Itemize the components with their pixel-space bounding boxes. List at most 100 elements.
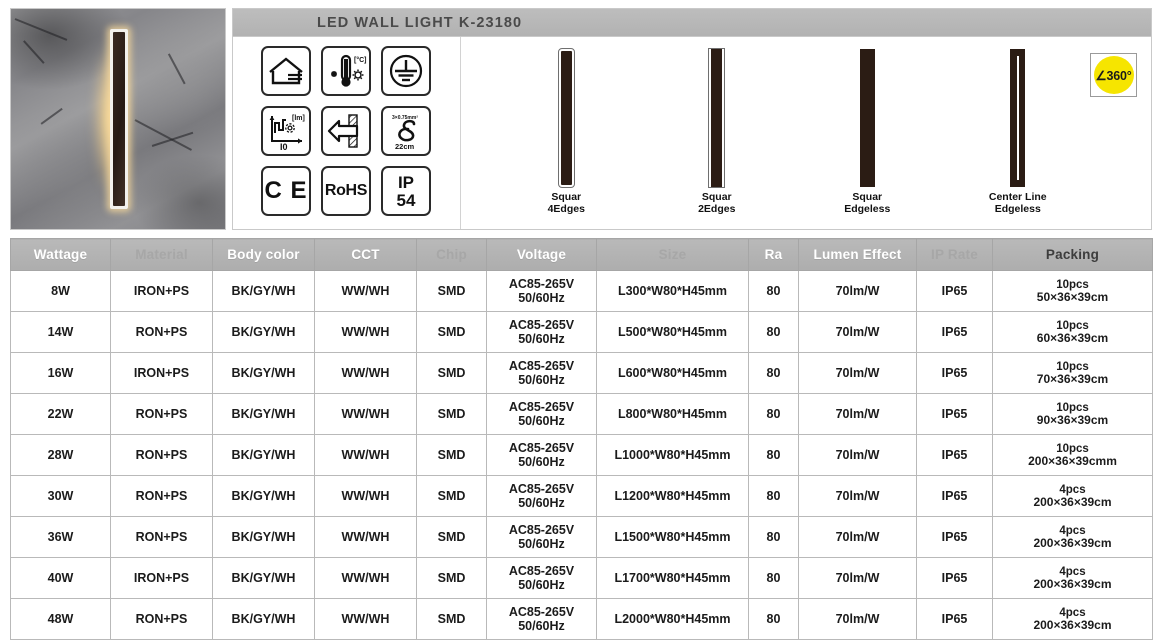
cell-ra: 80	[748, 434, 799, 476]
svg-text:22cm: 22cm	[395, 142, 415, 151]
column-header-ip-rate[interactable]: IP Rate	[916, 238, 993, 271]
cell-size: L300*W80*H45mm	[596, 270, 749, 312]
cell-ra: 80	[748, 352, 799, 394]
lumen-output-icon: [lm] I0	[261, 106, 311, 156]
svg-text:I0: I0	[280, 142, 288, 151]
cell-chip: SMD	[416, 516, 487, 558]
voltage-line-2: 50/60Hz	[518, 332, 565, 346]
cell-ra: 80	[748, 557, 799, 599]
packing-dim: 200×36×39cm	[1033, 617, 1112, 632]
variant-label-line1: Squar	[701, 191, 732, 203]
voltage-line-2: 50/60Hz	[518, 414, 565, 428]
cell-size: L500*W80*H45mm	[596, 311, 749, 353]
cell-voltage: AC85-265V 50/60Hz	[486, 270, 597, 312]
cell-voltage: AC85-265V 50/60Hz	[486, 311, 597, 353]
cell-lumen: 70lm/W	[798, 557, 917, 599]
column-header-size[interactable]: Size	[596, 238, 749, 271]
column-header-chip[interactable]: Chip	[416, 238, 487, 271]
cell-ip-rate: IP65	[916, 516, 993, 558]
voltage-line-2: 50/60Hz	[518, 537, 565, 551]
rohs-mark-icon: RoHS	[321, 166, 371, 216]
packing-dim: 60×36×39cm	[1036, 330, 1109, 345]
cell-voltage: AC85-265V 50/60Hz	[486, 352, 597, 394]
table-row: 8W IRON+PS BK/GY/WH WW/WH SMD AC85-265V …	[10, 270, 1153, 312]
cell-size: L1200*W80*H45mm	[596, 475, 749, 517]
variant-option[interactable]: Squar Edgeless	[824, 49, 910, 216]
variant-label-line2: 2Edges	[698, 202, 736, 215]
packing-dim: 70×36×39cm	[1036, 371, 1109, 386]
cell-body-color: BK/GY/WH	[212, 598, 315, 640]
variant-option[interactable]: Center Line Edgeless	[975, 49, 1061, 216]
cell-lumen: 70lm/W	[798, 352, 917, 394]
table-row: 30W RON+PS BK/GY/WH WW/WH SMD AC85-265V …	[10, 475, 1153, 517]
column-header-ra[interactable]: Ra	[748, 238, 799, 271]
variant-bar-square-2edges	[708, 48, 726, 188]
cell-ip-rate: IP65	[916, 352, 993, 394]
cell-material: RON+PS	[110, 475, 213, 517]
rohs-label: RoHS	[324, 182, 368, 199]
cell-ip-rate: IP65	[916, 393, 993, 435]
voltage-line-1: AC85-265V	[508, 400, 575, 414]
cell-size: L600*W80*H45mm	[596, 352, 749, 394]
column-header-wattage[interactable]: Wattage	[10, 238, 111, 271]
cell-chip: SMD	[416, 557, 487, 599]
table-row: 22W RON+PS BK/GY/WH WW/WH SMD AC85-265V …	[10, 393, 1153, 435]
cable-length-icon: 3×0.75mm² 22cm	[381, 106, 431, 156]
cell-body-color: BK/GY/WH	[212, 311, 315, 353]
cell-material: RON+PS	[110, 311, 213, 353]
cell-chip: SMD	[416, 270, 487, 312]
ip-rating-icon: IP 54	[381, 166, 431, 216]
variant-label-line1: Squar	[551, 191, 582, 203]
packing-qty: 4pcs	[1059, 565, 1086, 578]
cell-lumen: 70lm/W	[798, 475, 917, 517]
cell-packing: 10pcs 70×36×39cm	[992, 352, 1153, 394]
cell-material: IRON+PS	[110, 352, 213, 394]
cell-ra: 80	[748, 393, 799, 435]
column-header-packing[interactable]: Packing	[992, 238, 1153, 271]
table-row: 28W RON+PS BK/GY/WH WW/WH SMD AC85-265V …	[10, 434, 1153, 476]
column-header-body-color[interactable]: Body color	[212, 238, 315, 271]
voltage-line-1: AC85-265V	[508, 605, 575, 619]
icon-grid: [°C] [lm] I0 3×0.75mm² 22cm C E RoHS IP …	[261, 46, 460, 220]
voltage-line-1: AC85-265V	[508, 277, 575, 291]
cell-material: RON+PS	[110, 598, 213, 640]
voltage-line-2: 50/60Hz	[518, 496, 565, 510]
cell-packing: 4pcs 200×36×39cm	[992, 598, 1153, 640]
table-row: 14W RON+PS BK/GY/WH WW/WH SMD AC85-265V …	[10, 311, 1153, 353]
cell-size: L800*W80*H45mm	[596, 393, 749, 435]
table-row: 16W IRON+PS BK/GY/WH WW/WH SMD AC85-265V…	[10, 352, 1153, 394]
column-header-material[interactable]: Material	[110, 238, 213, 271]
variant-option[interactable]: Squar 2Edges	[674, 48, 760, 216]
table-header-row: Wattage Material Body color CCT Chip Vol…	[10, 238, 1153, 271]
column-header-voltage[interactable]: Voltage	[486, 238, 597, 271]
cell-voltage: AC85-265V 50/60Hz	[486, 393, 597, 435]
column-header-cct[interactable]: CCT	[314, 238, 417, 271]
variant-option[interactable]: Squar 4Edges	[523, 48, 609, 216]
cell-chip: SMD	[416, 352, 487, 394]
cell-ip-rate: IP65	[916, 598, 993, 640]
packing-qty: 10pcs	[1056, 278, 1089, 291]
cell-cct: WW/WH	[314, 516, 417, 558]
column-header-lumen-effect[interactable]: Lumen Effect	[798, 238, 917, 271]
cell-wattage: 48W	[10, 598, 111, 640]
cell-packing: 4pcs 200×36×39cm	[992, 557, 1153, 599]
ce-label: C E	[264, 177, 308, 204]
cell-wattage: 36W	[10, 516, 111, 558]
cell-chip: SMD	[416, 475, 487, 517]
cell-cct: WW/WH	[314, 311, 417, 353]
cell-cct: WW/WH	[314, 393, 417, 435]
cell-ra: 80	[748, 270, 799, 312]
cell-packing: 10pcs 200×36×39cmm	[992, 434, 1153, 476]
cell-lumen: 70lm/W	[798, 434, 917, 476]
cell-voltage: AC85-265V 50/60Hz	[486, 516, 597, 558]
packing-qty: 4pcs	[1059, 606, 1086, 619]
cell-ra: 80	[748, 598, 799, 640]
cell-body-color: BK/GY/WH	[212, 270, 315, 312]
voltage-line-1: AC85-265V	[508, 482, 575, 496]
cell-ip-rate: IP65	[916, 270, 993, 312]
variant-bar-center-line-edgeless	[1010, 49, 1026, 187]
wall-fixing-arrow-icon	[321, 106, 371, 156]
beam-angle-value: ∠360°	[1093, 56, 1134, 94]
ip-value: 54	[396, 190, 416, 210]
indoor-wall-mount-icon	[261, 46, 311, 96]
